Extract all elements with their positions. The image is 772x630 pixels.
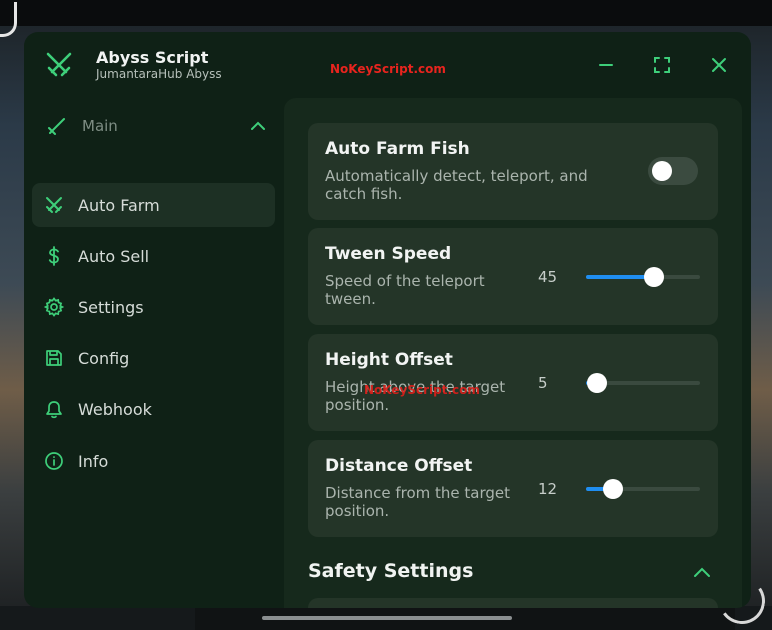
chevron-up-icon — [250, 118, 266, 138]
crossed-swords-logo-icon — [44, 50, 74, 80]
card-description: Distance from the target position. — [325, 484, 511, 520]
slider-thumb[interactable] — [644, 267, 665, 287]
app-subtitle: JumantaraHub Abyss — [96, 67, 222, 81]
card-description: Speed of the teleport tween. — [325, 272, 485, 308]
sidebar-item-info[interactable]: Info — [32, 439, 275, 483]
main-content: Auto Farm Fish Automatically detect, tel… — [284, 98, 742, 608]
height-offset-card: Height Offset Height above the target po… — [308, 334, 718, 431]
close-button[interactable] — [708, 54, 730, 76]
safety-settings-title: Safety Settings — [308, 560, 474, 582]
sword-icon — [46, 115, 68, 137]
sidebar-item-label: Auto Sell — [78, 246, 150, 266]
minus-icon — [599, 64, 613, 66]
sidebar-item-auto-farm[interactable]: Auto Farm — [32, 183, 275, 227]
distance-offset-slider[interactable] — [586, 479, 700, 499]
slider-thumb[interactable] — [587, 373, 608, 393]
distance-offset-card: Distance Offset Distance from the target… — [308, 440, 718, 537]
height-offset-slider[interactable] — [586, 373, 700, 393]
top-bar — [0, 0, 772, 26]
sidebar-item-label: Config — [78, 348, 130, 368]
sidebar-item-label: Settings — [78, 297, 144, 317]
safety-settings-card — [308, 598, 718, 608]
chevron-up-icon[interactable] — [692, 562, 712, 582]
card-title: Tween Speed — [325, 244, 452, 264]
tween-speed-card: Tween Speed Speed of the teleport tween.… — [308, 228, 718, 325]
tween-speed-slider[interactable] — [586, 267, 700, 287]
auto-farm-fish-card: Auto Farm Fish Automatically detect, tel… — [308, 123, 718, 220]
save-icon — [44, 348, 64, 368]
script-window: Abyss Script JumantaraHub Abyss NoKeyScr… — [24, 32, 751, 608]
maximize-button[interactable] — [651, 54, 673, 76]
home-indicator[interactable] — [262, 616, 512, 620]
sidebar-item-webhook[interactable]: Webhook — [32, 387, 275, 431]
sidebar: Main Auto Farm Auto Sell Settings Config… — [24, 100, 284, 608]
watermark-overlay: NoKeyScript.com — [364, 383, 480, 397]
sidebar-section-main[interactable]: Main — [32, 110, 274, 142]
sidebar-section-label: Main — [82, 117, 118, 135]
slider-value: 5 — [538, 374, 548, 392]
auto-farm-fish-toggle[interactable] — [648, 157, 698, 185]
gear-icon — [44, 297, 64, 317]
watermark-text: NoKeyScript.com — [330, 62, 446, 76]
sidebar-item-label: Auto Farm — [78, 195, 160, 215]
minimize-button[interactable] — [595, 54, 617, 76]
sidebar-item-label: Info — [78, 451, 109, 471]
card-title: Height Offset — [325, 350, 453, 370]
sidebar-item-settings[interactable]: Settings — [32, 285, 275, 329]
dollar-icon — [44, 246, 64, 266]
crossed-swords-icon — [44, 195, 64, 215]
card-description: Automatically detect, teleport, and catc… — [325, 167, 588, 203]
card-title: Auto Farm Fish — [325, 139, 470, 159]
slider-value: 45 — [538, 268, 558, 286]
info-icon — [44, 451, 64, 471]
slider-value: 12 — [538, 480, 558, 498]
corner-decoration — [0, 2, 17, 37]
card-title: Distance Offset — [325, 456, 473, 476]
fullscreen-icon — [654, 57, 670, 73]
slider-thumb[interactable] — [603, 479, 624, 499]
close-icon — [712, 58, 726, 72]
bell-icon — [44, 399, 64, 419]
toggle-knob — [652, 161, 672, 181]
app-title: Abyss Script — [96, 48, 209, 67]
sidebar-item-auto-sell[interactable]: Auto Sell — [32, 234, 275, 278]
sidebar-item-config[interactable]: Config — [32, 336, 275, 380]
sidebar-item-label: Webhook — [78, 399, 152, 419]
